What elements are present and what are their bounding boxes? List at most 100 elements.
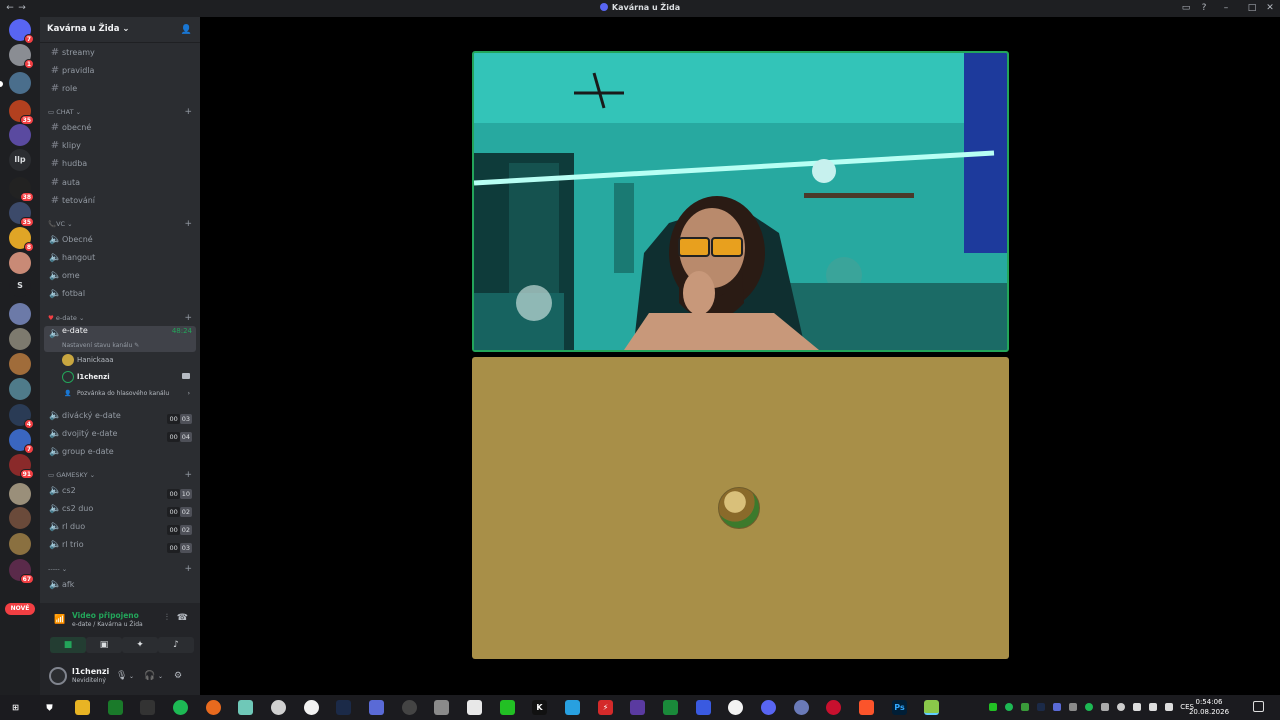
app-icon-white[interactable] [728,700,743,715]
voice-channel-ome[interactable]: 🔈 ome [44,268,196,284]
voice-channel-cs2-duo[interactable]: 🔈 cs2 duo 00 02 [44,501,196,517]
category-gamesky[interactable]: ▭ GAMESKY ⌄ + [44,469,196,481]
terminal-icon[interactable] [140,700,155,715]
voice-channel-cs2[interactable]: 🔈 cs2 00 10 [44,483,196,499]
add-channel-icon[interactable]: + [184,469,192,481]
user-avatar[interactable] [49,667,67,685]
tray-icon-1[interactable] [989,703,997,711]
chevron-down-icon[interactable]: ⌄ [158,673,163,680]
inbox-icon[interactable]: ▭ [1180,2,1192,14]
voice-user-hanickaaa[interactable]: Hanickaaa [60,352,194,368]
channel-tetovani[interactable]: # tetování [44,193,196,209]
discord-taskbar-icon[interactable] [761,700,776,715]
category-misc[interactable]: ----- ⌄ + [44,563,196,575]
server-icon-19[interactable]: 67 [9,559,34,584]
server-icon-7[interactable]: 8 [9,227,34,252]
voice-status[interactable]: Video připojeno [72,611,139,620]
headphones-icon[interactable]: 🎧 [144,671,155,681]
voice-channel-divacky[interactable]: 🔈 divácký e-date 00 03 [44,408,196,424]
minimize-icon[interactable]: – [1220,2,1232,14]
server-icon-3[interactable]: 35 [9,100,34,125]
app-icon-active[interactable] [924,700,939,715]
tray-spotify-icon[interactable] [1085,703,1093,711]
brave-icon[interactable] [859,700,874,715]
app-icon-chart[interactable] [663,700,678,715]
server-icon-18[interactable] [9,533,31,555]
taskbar-clock[interactable]: 0:54:06 20.08.2026 [1184,697,1234,717]
server-icon-14[interactable]: 7 [9,429,34,454]
voice-channel-afk[interactable]: 🔈 afk [44,577,196,593]
server-icon-12[interactable] [9,378,31,400]
app-icon-bolt[interactable]: ⚡ [598,700,613,715]
signal-icon[interactable]: 📶 [54,615,65,625]
server-icon-2[interactable] [9,72,31,94]
file-explorer-icon[interactable] [75,700,90,715]
nvidia-icon[interactable] [108,700,123,715]
channel-role[interactable]: # role [44,81,196,97]
video-tile[interactable] [472,51,1009,352]
maximize-icon[interactable]: □ [1246,2,1258,14]
channel-pravidla[interactable]: # pravidla [44,63,196,79]
app-icon-cloud[interactable] [271,700,286,715]
home-button[interactable]: 7 [9,19,34,44]
tray-icon-3[interactable] [1021,703,1029,711]
tray-mic-icon[interactable] [1133,703,1141,711]
add-member-icon[interactable]: 👤 [181,25,192,35]
server-icon-9[interactable] [9,303,31,325]
server-icon-15[interactable]: 91 [9,454,34,479]
app-icon-a[interactable] [467,700,482,715]
app-icon-green[interactable] [500,700,515,715]
disconnect-icon[interactable]: ☎ [177,613,188,623]
noise-suppression-icon[interactable]: ⫶ [166,613,168,623]
tray-network-icon[interactable] [1149,703,1157,711]
settings-gear-icon[interactable]: ⚙ [174,671,182,681]
server-header[interactable]: Kavárna u Žida ⌄ 👤 [40,17,200,43]
server-icon-17[interactable] [9,507,31,529]
channel-obecne[interactable]: # obecné [44,120,196,136]
server-icon-5[interactable]: 38 [9,177,34,202]
voice-channel-obecne[interactable]: 🔈 Obecné [44,232,196,248]
soundboard-button[interactable]: ♪ [158,637,194,653]
tray-volume-icon[interactable] [1165,703,1173,711]
app-icon-notes[interactable] [238,700,253,715]
voice-channel-hangout[interactable]: 🔈 hangout [44,250,196,266]
voice-channel-edate-active[interactable]: 🔈 e-date 48:24 Nastavení stavu kanálu ✎ [44,326,196,352]
channel-klipy[interactable]: # klipy [44,138,196,154]
voice-channel-group[interactable]: 🔈 group e-date [44,444,196,460]
photoshop-icon[interactable]: Ps [892,700,907,715]
add-channel-icon[interactable]: + [184,563,192,575]
server-icon-13[interactable]: 4 [9,404,34,429]
camera-button[interactable]: ■ [50,637,86,653]
server-icon-s[interactable]: S [9,275,31,297]
firefox-icon[interactable] [206,700,221,715]
app-icon-globe[interactable] [794,700,809,715]
close-icon[interactable]: ✕ [1264,2,1276,14]
tray-steam-icon[interactable] [1037,703,1045,711]
tray-icon-9[interactable] [1117,703,1125,711]
opera-icon[interactable] [826,700,841,715]
voice-location[interactable]: e-date / Kavárna u Žida [72,621,143,628]
category-chat[interactable]: ▭ CHAT ⌄ + [44,106,196,118]
add-channel-icon[interactable]: + [184,218,192,230]
shield-icon[interactable]: ⛊ [42,700,57,715]
new-unreads-pill[interactable]: NOVÉ [5,603,35,615]
obs-icon[interactable] [402,700,417,715]
screen-share-button[interactable]: ▣ [86,637,122,653]
remote-desktop-icon[interactable] [369,700,384,715]
chevron-down-icon[interactable]: ⌄ [129,673,134,680]
category-vc[interactable]: 📞VC ⌄ + [44,218,196,230]
k-app-icon[interactable]: K [532,700,547,715]
channel-auta[interactable]: # auta [44,175,196,191]
voice-channel-rl-trio[interactable]: 🔈 rl trio 00 03 [44,537,196,553]
notifications-icon[interactable] [1253,701,1264,712]
tray-icon-6[interactable] [1069,703,1077,711]
tray-icon-2[interactable] [1005,703,1013,711]
vpn-icon[interactable] [696,700,711,715]
spotify-icon[interactable] [173,700,188,715]
activities-button[interactable]: ✦ [122,637,158,653]
help-icon[interactable]: ? [1198,2,1210,14]
tray-icon-5[interactable] [1053,703,1061,711]
steam-icon[interactable] [336,700,351,715]
voice-user-l1chenzi[interactable]: l1chenzi [60,369,194,385]
clock-app-icon[interactable] [304,700,319,715]
